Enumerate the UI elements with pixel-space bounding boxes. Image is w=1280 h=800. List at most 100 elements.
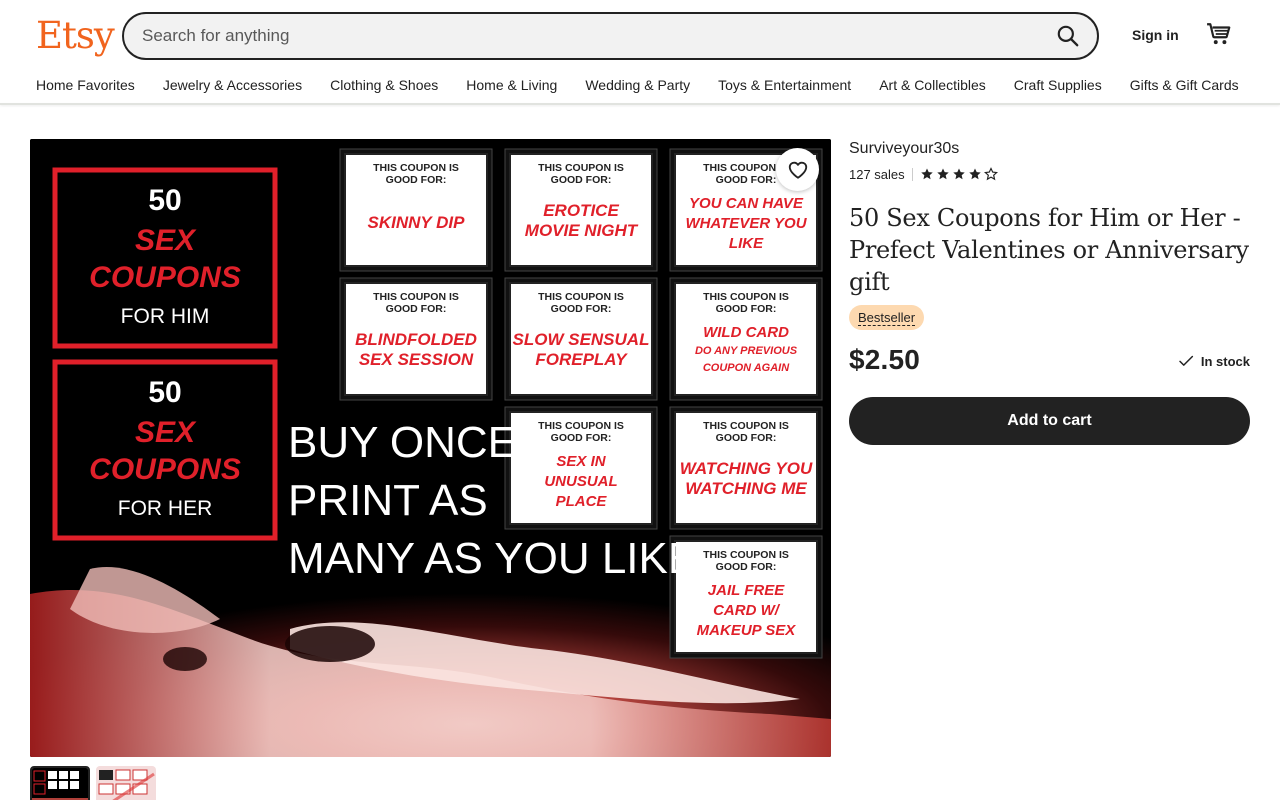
category-gifts-gift-cards[interactable]: Gifts & Gift Cards	[1130, 76, 1239, 94]
coupon-card: THIS COUPON ISGOOD FOR: EROTICEMOVIE NIGH…	[504, 148, 658, 272]
category-nav: Home Favorites Jewelry & Accessories Clo…	[36, 76, 1239, 94]
listing-price: $2.50	[849, 344, 921, 375]
cover-line: COUPONS	[89, 453, 241, 486]
coupon-header: GOOD FOR:	[551, 303, 612, 315]
star-icon	[920, 168, 933, 180]
header: Etsy Sign in	[0, 0, 1280, 72]
cover-line: SEX	[135, 416, 197, 449]
slogan-line-3: MANY AS YOU LIKE	[288, 534, 697, 583]
coupon-text: LIKE	[729, 235, 764, 252]
coupon-text: SEX IN	[556, 453, 606, 470]
coupon-header: GOOD FOR:	[716, 303, 777, 315]
sales-rating-row: 127 sales	[849, 165, 998, 183]
coupon-card: THIS COUPON ISGOOD FOR: SEX IN UNUSUAL PLAC…	[504, 406, 658, 530]
category-home-living[interactable]: Home & Living	[466, 76, 557, 94]
cover-count: 50	[148, 184, 181, 217]
cover-line: SEX	[135, 224, 197, 257]
category-toys-entertainment[interactable]: Toys & Entertainment	[718, 76, 851, 94]
coupon-text: YOU CAN HAVE	[689, 195, 804, 212]
coupon-header: THIS COUPON IS	[703, 549, 789, 561]
star-icon	[983, 167, 998, 181]
nav-divider	[0, 103, 1280, 105]
coupon-text: UNUSUAL	[544, 473, 617, 490]
cover-for: FOR HER	[118, 497, 213, 520]
star-icon	[936, 168, 949, 180]
coupon-text: MAKEUP SEX	[697, 622, 797, 639]
coupon-text: SKINNY DIP	[368, 213, 466, 232]
thumbnail-2[interactable]	[96, 766, 156, 800]
category-jewelry-accessories[interactable]: Jewelry & Accessories	[163, 76, 302, 94]
category-art-collectibles[interactable]: Art & Collectibles	[879, 76, 986, 94]
coupon-text: FOREPLAY	[535, 350, 628, 369]
search-bar[interactable]	[122, 12, 1099, 60]
coupon-text: CARD W/	[713, 602, 781, 619]
cover-box: 50 SEX COUPONS FOR HER	[52, 359, 278, 541]
thumbnail-strip	[30, 766, 156, 800]
slogan-line-1: BUY ONCE	[288, 418, 517, 467]
bestseller-label: Bestseller	[858, 309, 916, 326]
cover-box: 50 SEX COUPONS FOR HIM	[52, 167, 278, 349]
cover-count: 50	[148, 376, 181, 409]
heart-icon	[788, 161, 807, 179]
coupon-text: WATCHING ME	[685, 479, 807, 498]
coupon-text: PLACE	[556, 493, 608, 510]
listing-title: 50 Sex Coupons for Him or Her - Prefect …	[849, 204, 1249, 296]
coupon-text: SEX SESSION	[359, 350, 474, 369]
stock-status: In stock	[1177, 352, 1250, 370]
coupon-header: THIS COUPON IS	[538, 420, 624, 432]
coupon-text: COUPON AGAIN	[703, 362, 790, 374]
coupon-header: GOOD FOR:	[386, 303, 447, 315]
cover-line: COUPONS	[89, 261, 241, 294]
coupon-header: GOOD FOR:	[716, 174, 777, 186]
cart-icon[interactable]	[1206, 21, 1232, 47]
search-icon[interactable]	[1055, 23, 1081, 49]
thumbnail-1[interactable]	[30, 766, 90, 800]
coupon-header: THIS COUPON IS	[538, 291, 624, 303]
category-craft-supplies[interactable]: Craft Supplies	[1014, 76, 1102, 94]
coupon-header: THIS COUPON IS	[703, 291, 789, 303]
coupon-header: THIS COUPON IS	[373, 162, 459, 174]
favorite-button[interactable]	[776, 148, 819, 191]
coupon-card: THIS COUPON ISGOOD FOR: SLOW SENSUALFOREP…	[504, 277, 658, 401]
divider	[911, 167, 913, 181]
star-rating[interactable]	[920, 167, 998, 181]
etsy-logo[interactable]: Etsy	[36, 14, 115, 58]
coupon-header: THIS COUPON IS	[703, 420, 789, 432]
coupon-text: DO ANY PREVIOUS	[695, 345, 798, 357]
coupon-header: GOOD FOR:	[551, 174, 612, 186]
coupon-header: THIS COUPON IS	[373, 291, 459, 303]
coupon-card: THIS COUPON ISGOOD FOR: WILD CARD DO ANY P…	[669, 277, 823, 401]
coupon-text: BLINDFOLDED	[355, 330, 477, 349]
coupon-header: GOOD FOR:	[716, 432, 777, 444]
coupon-text: WHATEVER YOU	[685, 215, 807, 232]
coupon-text: WATCHING YOU	[680, 459, 813, 478]
category-wedding-party[interactable]: Wedding & Party	[585, 76, 690, 94]
coupon-text: SLOW SENSUAL	[513, 330, 650, 349]
star-icon	[952, 168, 965, 180]
coupon-card: THIS COUPON ISGOOD FOR: WATCHING YOUWATCH…	[669, 406, 823, 530]
coupon-card: THIS COUPON ISGOOD FOR: SKINNY DIP	[339, 148, 493, 272]
slogan-line-2: PRINT AS	[288, 476, 488, 525]
star-icon	[968, 168, 981, 180]
listing-main-image[interactable]: 50 SEX COUPONS FOR HIM 50 SEX COUPONS FOR HER T…	[30, 139, 831, 757]
add-to-cart-button[interactable]: Add to cart	[849, 397, 1250, 445]
coupon-text: JAIL FREE	[708, 582, 785, 599]
coupon-text: WILD CARD	[703, 324, 789, 341]
cover-for: FOR HIM	[121, 305, 210, 328]
coupon-text: MOVIE NIGHT	[525, 221, 639, 240]
coupon-card: THIS COUPON ISGOOD FOR: BLINDFOLDEDSEX SE…	[339, 277, 493, 401]
stock-label: In stock	[1200, 353, 1250, 369]
shop-name-link[interactable]: Surviveyour30s	[849, 140, 959, 158]
coupon-header: THIS COUPON IS	[538, 162, 624, 174]
category-home-favorites[interactable]: Home Favorites	[36, 76, 135, 94]
search-input[interactable]	[142, 14, 1022, 58]
sign-in-link[interactable]: Sign in	[1132, 27, 1179, 43]
checkmark-icon	[1179, 355, 1193, 366]
listing-image-artwork: 50 SEX COUPONS FOR HIM 50 SEX COUPONS FOR HER T…	[30, 139, 831, 757]
sales-count: 127 sales	[849, 166, 905, 182]
coupon-header: GOOD FOR:	[551, 432, 612, 444]
coupon-text: EROTICE	[543, 201, 619, 220]
bestseller-badge[interactable]: Bestseller	[849, 305, 925, 330]
coupon-header: GOOD FOR:	[386, 174, 447, 186]
category-clothing-shoes[interactable]: Clothing & Shoes	[330, 76, 438, 94]
